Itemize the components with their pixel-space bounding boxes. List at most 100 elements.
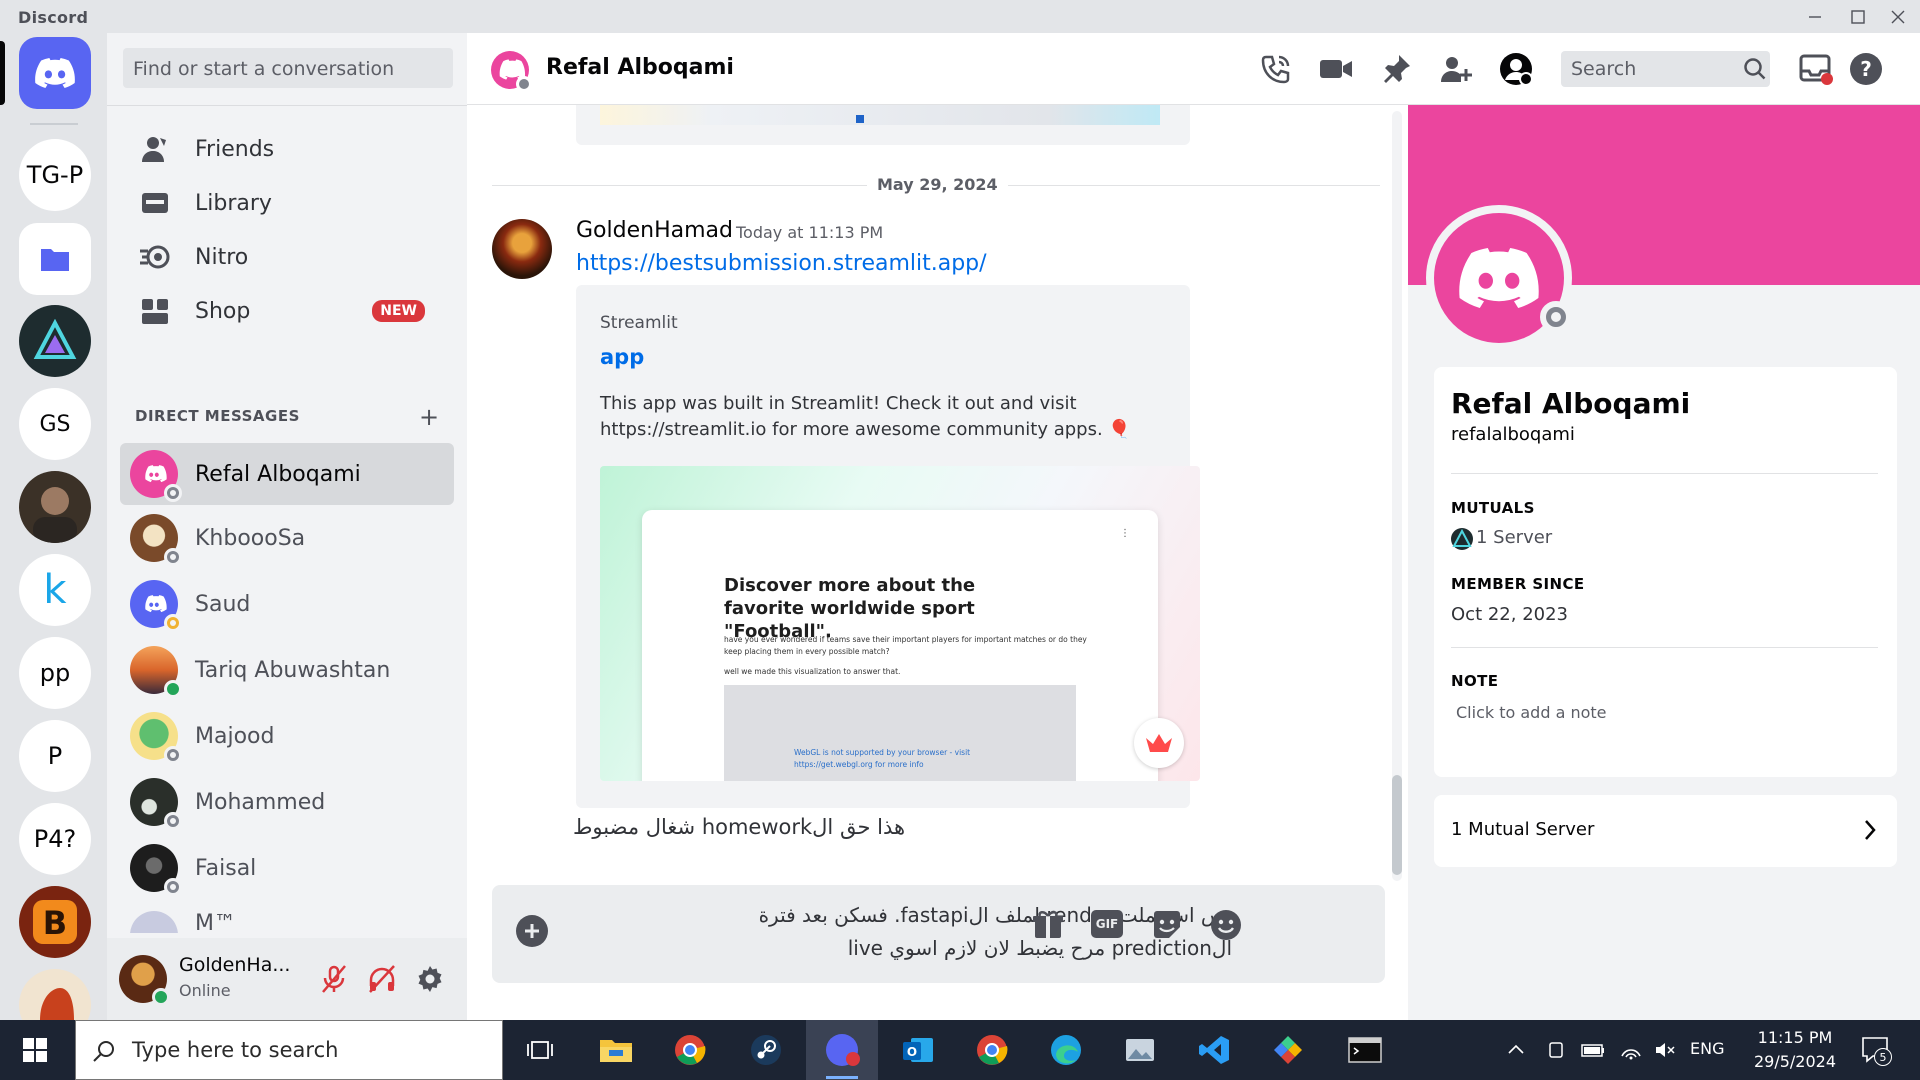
nav-friends[interactable]: Friends [119, 121, 453, 177]
dm-item[interactable]: Tariq Abuwashtan [120, 639, 454, 701]
dm-name: Tariq Abuwashtan [195, 657, 391, 683]
streamlit-crown-icon [1134, 718, 1184, 768]
file-explorer-button[interactable] [596, 1030, 636, 1070]
dm-item[interactable]: Refal Alboqami [120, 443, 454, 505]
server-p[interactable]: P [19, 720, 91, 792]
scrollbar-thumb[interactable] [1392, 775, 1402, 875]
terminal-button[interactable] [1345, 1030, 1385, 1070]
discord-taskbar-active[interactable] [806, 1020, 878, 1080]
inbox-button[interactable] [1798, 51, 1834, 87]
tool-button[interactable] [1268, 1030, 1308, 1070]
header-avatar [491, 51, 532, 92]
message-list: May 29, 2024 GoldenHamad Today at 11:13 … [467, 105, 1408, 1020]
scrollbar-track[interactable] [1392, 111, 1402, 881]
user-profile-toggle[interactable] [1498, 51, 1534, 87]
taskbar-search-input[interactable]: Type here to search [75, 1020, 503, 1080]
user-status: Online [179, 981, 231, 1000]
nav-shop[interactable]: Shop NEW [119, 283, 453, 339]
divider [1451, 647, 1878, 648]
maximize-button[interactable] [1838, 4, 1878, 30]
server-gs[interactable]: GS [19, 388, 91, 460]
dm-search-input[interactable]: Find or start a conversation [123, 48, 453, 88]
user-name[interactable]: GoldenHa... [179, 954, 290, 976]
video-call-button[interactable] [1318, 51, 1354, 87]
mutuals-value[interactable]: 1 Server [1476, 527, 1552, 548]
voice-call-button[interactable] [1258, 51, 1294, 87]
server-b[interactable]: B [19, 886, 91, 958]
edge-button[interactable] [1046, 1030, 1086, 1070]
close-button[interactable] [1878, 4, 1918, 30]
dm-item[interactable]: M™ [120, 903, 454, 933]
home-button[interactable] [19, 37, 91, 109]
shop-icon [133, 289, 177, 333]
mute-button[interactable] [319, 964, 349, 994]
profile-display-name: Refal Alboqami [1451, 387, 1691, 420]
link-embed: Streamlit app This app was built in Stre… [576, 285, 1200, 808]
notification-count: 5 [1874, 1048, 1892, 1066]
chrome-button[interactable] [670, 1030, 710, 1070]
vscode-button[interactable] [1194, 1030, 1234, 1070]
user-settings-button[interactable] [415, 964, 445, 994]
chrome-profile-button[interactable] [972, 1030, 1012, 1070]
embed-title[interactable]: app [600, 345, 644, 369]
avatar [130, 514, 182, 566]
message-input[interactable]: بس استعملت render لملف الfastapi. فسكن ب… [632, 899, 1232, 965]
server-tgp[interactable]: TG-P [19, 139, 91, 211]
create-dm-button[interactable]: + [419, 403, 439, 431]
task-view-button[interactable] [520, 1030, 560, 1070]
dm-item[interactable]: Majood [120, 705, 454, 767]
server-helmet[interactable] [19, 969, 91, 1020]
photos-button[interactable] [1120, 1030, 1160, 1070]
language-indicator[interactable]: ENG [1690, 1039, 1724, 1058]
start-button[interactable] [15, 1030, 55, 1070]
taskbar-clock[interactable]: 11:15 PM 29/5/2024 [1745, 1026, 1845, 1074]
nav-library[interactable]: Library [119, 175, 453, 231]
help-button[interactable]: ? [1848, 51, 1884, 87]
sticker-button[interactable] [1150, 908, 1184, 942]
dm-name: Refal Alboqami [195, 461, 361, 487]
chart-fragment [856, 115, 864, 123]
avatar [130, 844, 182, 896]
phone-icon [1261, 55, 1290, 84]
library-icon [133, 181, 177, 225]
dm-item[interactable]: Saud [120, 573, 454, 635]
message-input-line: بس استعملت render لملف الfastapi. فسكن ب… [758, 903, 1232, 927]
message-author[interactable]: GoldenHamad [576, 218, 733, 243]
rail-divider [30, 123, 78, 125]
user-avatar[interactable] [119, 955, 170, 1006]
server-folder[interactable] [19, 223, 91, 295]
add-friends-to-dm-button[interactable] [1438, 51, 1474, 87]
message-avatar[interactable] [492, 219, 552, 279]
message-composer[interactable]: بس استعملت render لملف الfastapi. فسكن ب… [492, 885, 1385, 983]
notification-center-button[interactable]: 5 [1860, 1034, 1892, 1066]
mutual-servers-row[interactable]: 1 Mutual Server [1434, 795, 1897, 867]
member-since-value: Oct 22, 2023 [1451, 604, 1568, 625]
steam-button[interactable] [746, 1030, 786, 1070]
profile-username[interactable]: refalalboqami [1451, 424, 1575, 445]
dm-item[interactable]: Faisal [120, 837, 454, 899]
upload-button[interactable] [516, 915, 548, 947]
server-photo[interactable] [19, 471, 91, 543]
server-p4[interactable]: P4? [19, 803, 91, 875]
pinned-messages-button[interactable] [1378, 51, 1414, 87]
nav-nitro[interactable]: Nitro [119, 229, 453, 285]
minimize-button[interactable] [1795, 4, 1835, 30]
svg-text:?: ? [1860, 57, 1872, 81]
embed-preview-image[interactable]: ⋮ Discover more about the favorite world… [600, 466, 1200, 781]
search-icon[interactable] [1737, 51, 1773, 87]
server-k[interactable]: k [19, 554, 91, 626]
note-input[interactable]: Click to add a note [1456, 703, 1607, 722]
emoji-button[interactable] [1209, 908, 1243, 942]
server-triangle[interactable] [19, 305, 91, 377]
vscode-icon [1199, 1036, 1229, 1064]
status-online-icon [152, 988, 170, 1006]
gif-button[interactable]: GIF [1091, 910, 1123, 938]
server-pp[interactable]: pp [19, 637, 91, 709]
gift-button[interactable] [1031, 908, 1065, 942]
message-link[interactable]: https://bestsubmission.streamlit.app/ [576, 251, 987, 276]
deafen-button[interactable] [367, 964, 397, 994]
message-input-line: الprediction مرح يضبط لان لازم اسوي live [847, 936, 1232, 960]
dm-item[interactable]: Mohammed [120, 771, 454, 833]
dm-item[interactable]: KhboooSa [120, 507, 454, 569]
outlook-button[interactable]: O [898, 1030, 938, 1070]
